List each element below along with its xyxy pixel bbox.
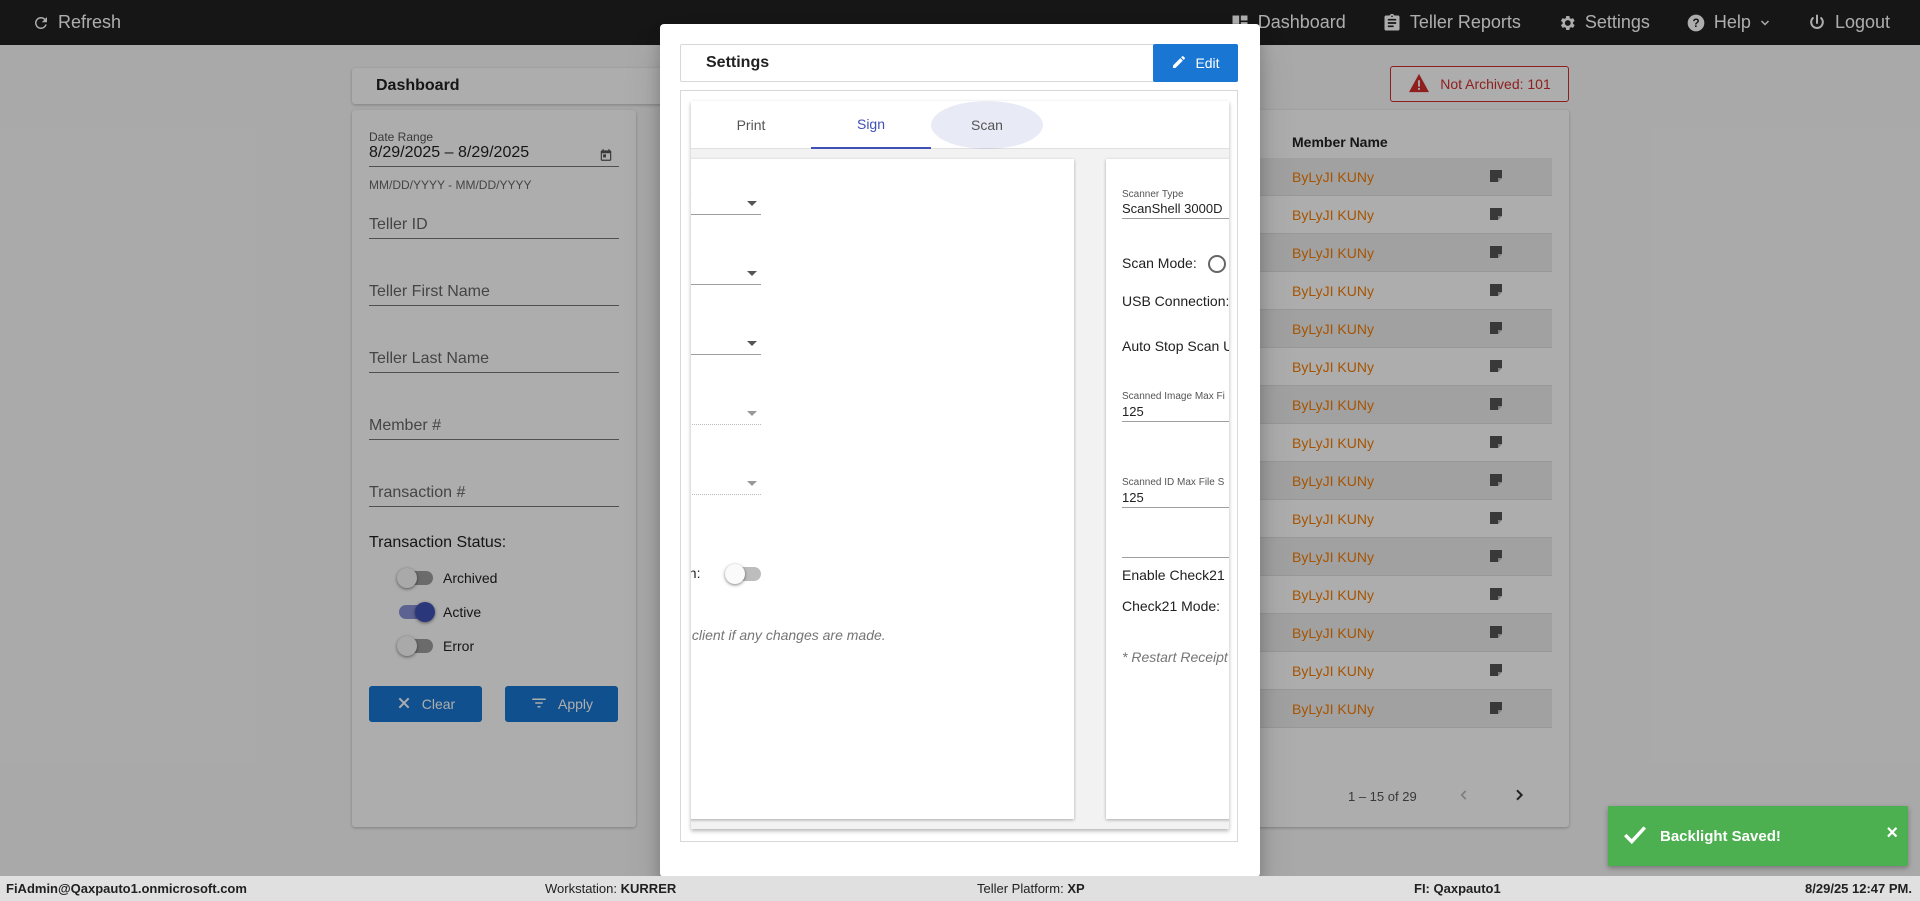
status-fi-label: FI: xyxy=(1414,881,1430,896)
select-field-disabled xyxy=(691,477,761,495)
settings-tabs-container: Print Sign Scan ce on: s client if any c… xyxy=(691,101,1229,829)
edit-button[interactable]: Edit xyxy=(1153,44,1238,82)
select-field-disabled xyxy=(691,407,761,425)
status-datetime: 8/29/25 12:47 PM. xyxy=(1805,881,1912,896)
dialog-title: Settings xyxy=(706,54,770,71)
status-datetime-value: 8/29/25 12:47 PM. xyxy=(1805,881,1912,896)
id-max-size-input[interactable]: 125 xyxy=(1122,490,1229,508)
toast-close-icon[interactable]: × xyxy=(1886,822,1898,845)
tab-sign[interactable]: Sign xyxy=(811,101,931,149)
status-user: FiAdmin@Qaxpauto1.onmicrosoft.com xyxy=(6,881,247,896)
sign-settings-pane: ce on: s client if any changes are made. xyxy=(691,159,1074,819)
dialog-body: Print Sign Scan ce on: s client if any c… xyxy=(680,90,1238,842)
tab-print[interactable]: Print xyxy=(691,101,811,149)
scanner-type-select[interactable]: ScanShell 3000D xyxy=(1122,201,1229,219)
status-workstation-value: KURRER xyxy=(620,881,677,896)
caret-down-icon xyxy=(747,201,757,206)
caret-down-icon xyxy=(747,411,757,416)
auto-stop-label: Auto Stop Scan U xyxy=(1122,338,1229,354)
tab-label: Sign xyxy=(856,116,886,132)
image-max-size-label: Scanned Image Max Fi xyxy=(1122,391,1225,402)
select-field[interactable] xyxy=(691,267,761,285)
check-icon xyxy=(1622,821,1648,851)
scanner-type-label: Scanner Type xyxy=(1122,189,1184,200)
enable-check21-label: Enable Check21 xyxy=(1122,567,1225,583)
option-label-fragment: on: xyxy=(691,565,701,581)
status-platform: Teller Platform: XP xyxy=(977,881,1085,896)
caret-down-icon xyxy=(747,271,757,276)
select-field[interactable] xyxy=(691,197,761,215)
tab-scan[interactable]: Scan xyxy=(931,101,1043,149)
restart-receipt-note: * Restart Receipt xyxy=(1122,649,1228,665)
status-platform-value: XP xyxy=(1067,881,1085,896)
status-fi: FI: Qaxpauto1 xyxy=(1414,881,1501,896)
scan-settings-pane: Scanner Type ScanShell 3000D Scan Mode: … xyxy=(1106,159,1229,819)
pencil-icon xyxy=(1171,54,1187,73)
tab-label: Print xyxy=(736,117,766,133)
tab-bar: Print Sign Scan xyxy=(691,101,1229,149)
divider xyxy=(1122,557,1229,558)
settings-dialog: Settings Edit Print Sign Scan ce on: xyxy=(660,24,1260,877)
scan-mode-radio[interactable] xyxy=(1208,255,1226,273)
restart-note: s client if any changes are made. xyxy=(691,627,886,643)
image-max-size-input[interactable]: 125 xyxy=(1122,404,1229,422)
status-platform-label: Teller Platform: xyxy=(977,881,1064,896)
check21-mode-label: Check21 Mode: xyxy=(1122,598,1221,614)
success-toast: Backlight Saved! × xyxy=(1608,806,1908,866)
status-user-value: FiAdmin@Qaxpauto1.onmicrosoft.com xyxy=(6,881,247,896)
edit-label: Edit xyxy=(1195,55,1220,71)
usb-connection-label: USB Connection: xyxy=(1122,293,1229,309)
status-fi-value: Qaxpauto1 xyxy=(1433,881,1501,896)
status-workstation-label: Workstation: xyxy=(545,881,618,896)
scan-mode-label: Scan Mode: xyxy=(1122,255,1197,271)
select-field[interactable] xyxy=(691,337,761,355)
status-workstation: Workstation: KURRER xyxy=(545,881,676,896)
dialog-header: Settings Edit xyxy=(680,44,1238,82)
toggle-switch[interactable] xyxy=(725,564,761,584)
status-bar: FiAdmin@Qaxpauto1.onmicrosoft.com Workst… xyxy=(0,876,1920,901)
tab-label: Scan xyxy=(971,117,1003,133)
toast-message: Backlight Saved! xyxy=(1660,827,1781,845)
caret-down-icon xyxy=(747,341,757,346)
id-max-size-label: Scanned ID Max File S xyxy=(1122,477,1225,488)
caret-down-icon xyxy=(747,481,757,486)
